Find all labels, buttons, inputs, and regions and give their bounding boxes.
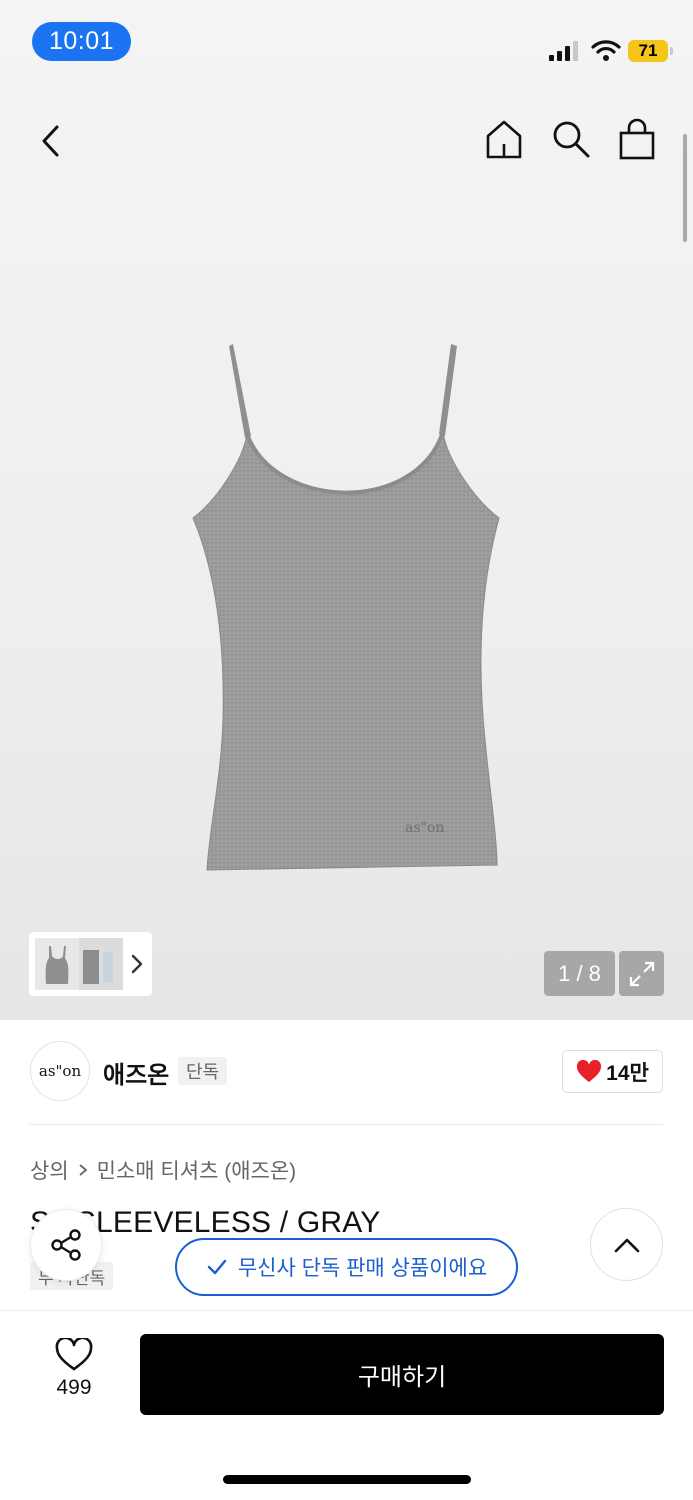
expand-icon — [629, 961, 654, 986]
brand-like-button[interactable]: 14만 — [562, 1050, 663, 1093]
chevron-up-icon — [614, 1238, 639, 1252]
cart-button[interactable] — [614, 116, 660, 162]
buy-button[interactable]: 구매하기 — [140, 1334, 664, 1415]
thumbnail-strip[interactable] — [29, 932, 152, 996]
heart-filled-icon — [577, 1059, 602, 1082]
shopping-bag-icon — [619, 118, 655, 160]
chevron-right-icon — [131, 954, 143, 974]
exclusive-toast: 무신사 단독 판매 상품이에요 — [175, 1238, 518, 1296]
search-icon — [553, 121, 590, 158]
thumbnail-1[interactable] — [35, 938, 79, 990]
exclusive-badge: 단독 — [178, 1057, 228, 1085]
chevron-left-icon — [42, 125, 59, 157]
share-icon — [51, 1229, 81, 1261]
heart-outline-icon — [55, 1338, 93, 1371]
wifi-icon — [591, 40, 621, 61]
brand-like-count: 14만 — [606, 1061, 649, 1085]
bottom-bar-divider — [0, 1310, 693, 1311]
breadcrumb: 상의 민소매 티셔츠 (애즈온) — [30, 1155, 296, 1185]
garment-logo: as"on — [405, 820, 444, 836]
brand-logo[interactable]: as"on — [30, 1041, 90, 1101]
battery-indicator: 71 — [628, 40, 673, 62]
brand-name[interactable]: 애즈온 — [103, 1055, 169, 1090]
home-indicator[interactable] — [223, 1475, 471, 1484]
scroll-top-button[interactable] — [590, 1208, 663, 1281]
wishlist-button[interactable]: 499 — [44, 1338, 104, 1410]
chevron-right-icon — [79, 1164, 88, 1176]
brand-logo-text: as"on — [38, 1062, 82, 1080]
image-counter: 1 / 8 — [544, 951, 615, 996]
product-image[interactable]: as"on — [185, 340, 505, 875]
wishlist-count: 499 — [56, 1376, 92, 1399]
divider — [30, 1124, 663, 1125]
breadcrumb-category[interactable]: 상의 — [30, 1155, 69, 1185]
check-icon — [207, 1259, 227, 1275]
home-icon — [486, 120, 522, 159]
status-time: 10:01 — [32, 22, 131, 61]
share-button[interactable] — [30, 1209, 102, 1281]
toast-text: 무신사 단독 판매 상품이에요 — [237, 1257, 488, 1280]
search-button[interactable] — [548, 116, 594, 162]
home-button[interactable] — [481, 116, 527, 162]
back-button[interactable] — [28, 118, 74, 164]
thumbnail-2[interactable] — [79, 938, 123, 990]
breadcrumb-subcategory[interactable]: 민소매 티셔츠 (애즈온) — [97, 1155, 297, 1185]
cellular-signal-icon — [549, 41, 578, 61]
product-gallery[interactable]: as"on 1 / 8 — [0, 0, 693, 1020]
status-bar: 10:01 71 — [0, 0, 693, 80]
fullscreen-button[interactable] — [619, 951, 664, 996]
scroll-indicator[interactable] — [683, 134, 687, 242]
